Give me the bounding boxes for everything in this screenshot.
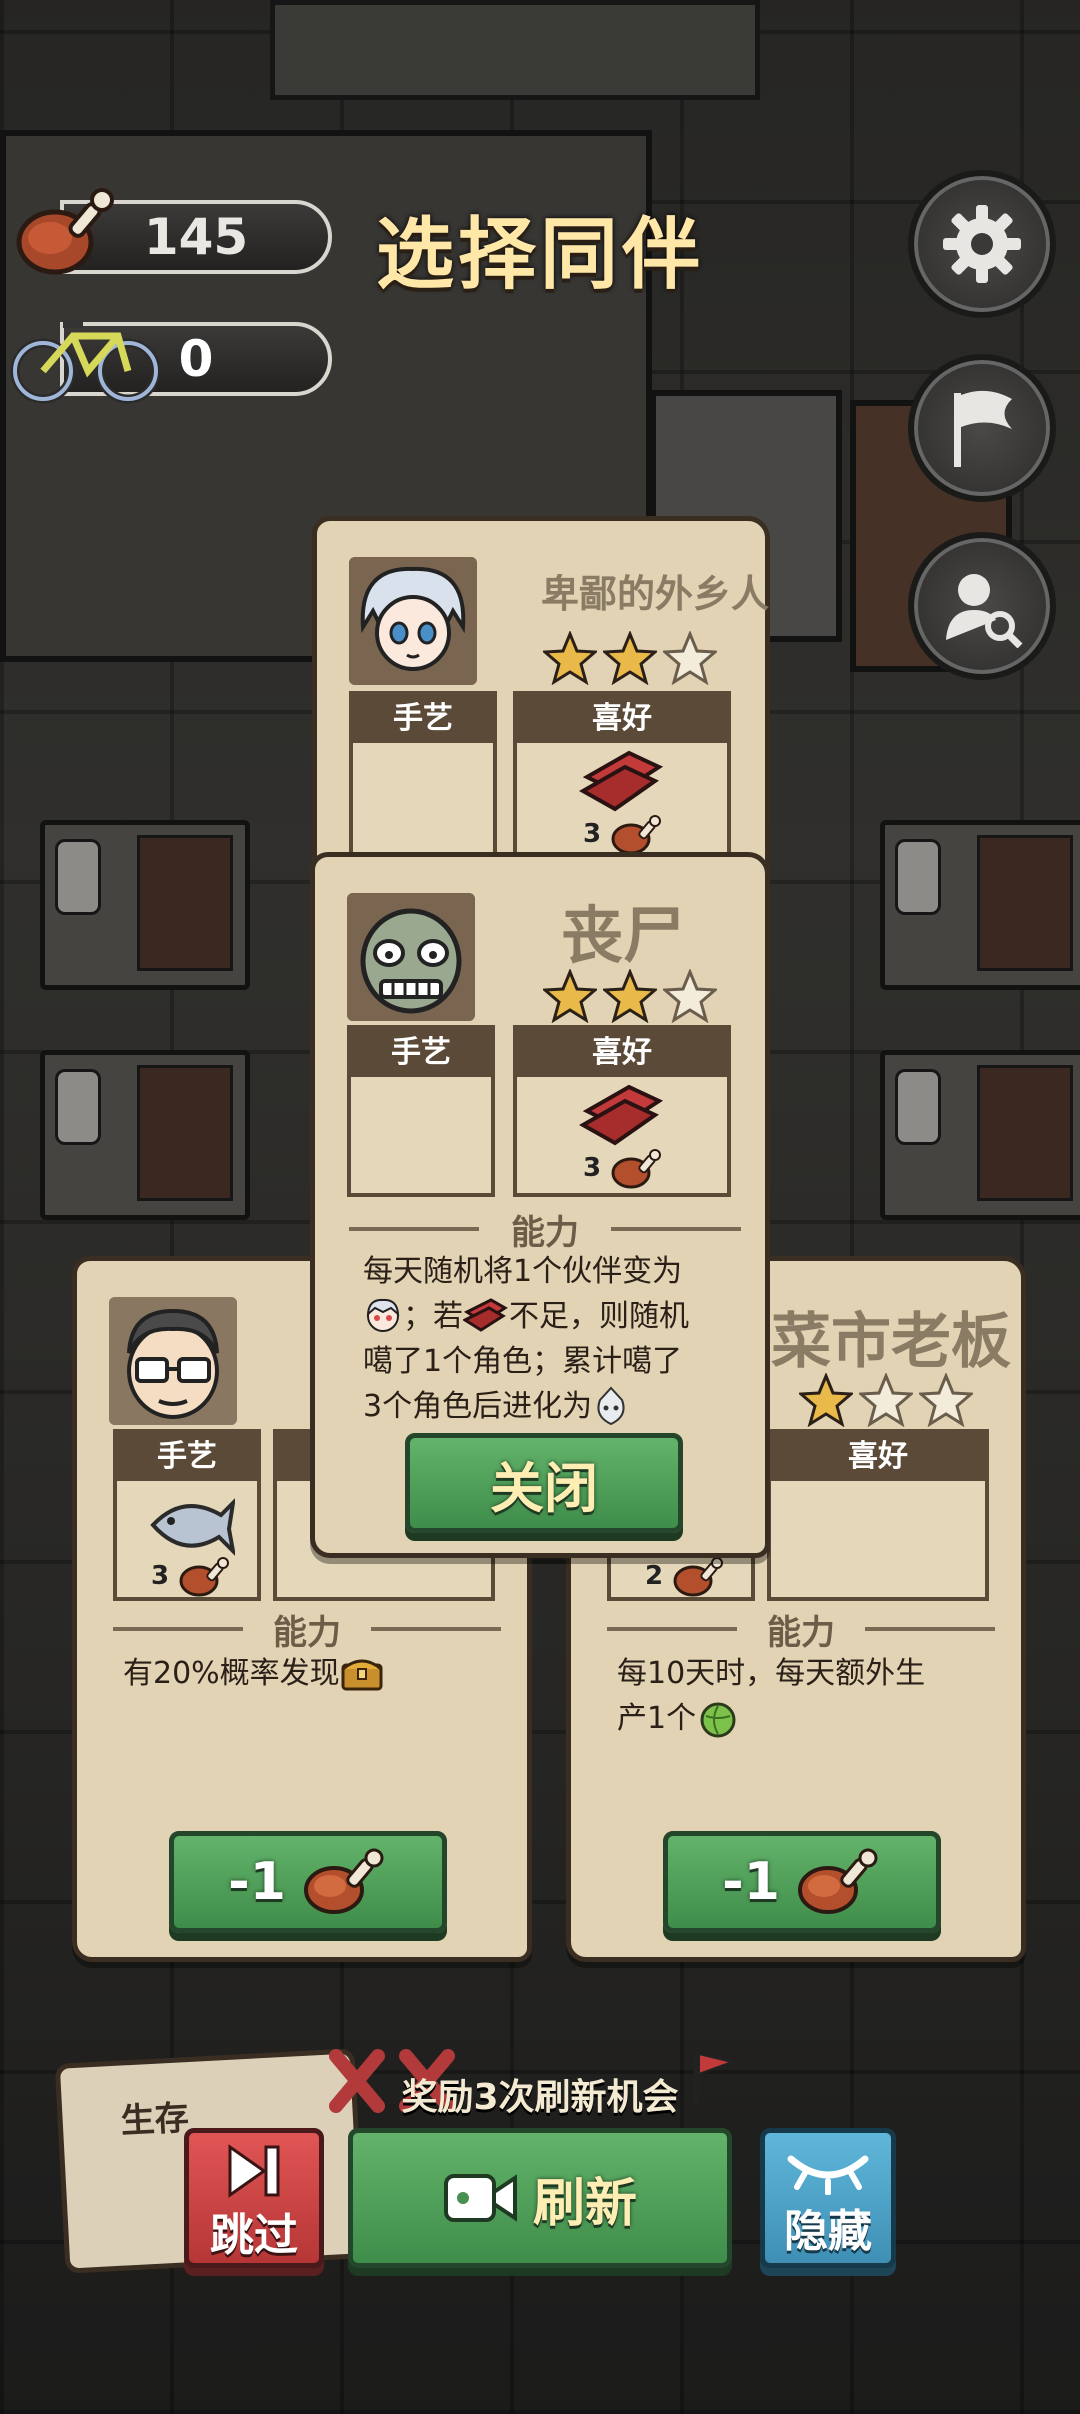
closed-eye-icon [787,2155,869,2195]
price-label: -1 [722,1852,780,1912]
star-rating [543,969,717,1023]
hide-label: 隐藏 [784,2206,872,2257]
star-empty-icon [859,1373,913,1427]
ability-line: 每天随机将1个伙伴变为 [363,1254,683,1289]
ability-label: 能力 [273,1613,341,1653]
ability-line: ；若 不足，则随机 [363,1294,753,1339]
meat-icon [303,1848,384,1914]
companion-name: 菜市老板 [771,1307,1011,1377]
star-filled-icon [603,969,657,1023]
hide-button[interactable]: 隐藏 [760,2128,896,2268]
raw-meat-icon [461,1298,508,1332]
profile-search-button[interactable] [908,532,1056,680]
star-empty-icon [663,631,717,685]
companion-portrait-outsider [349,557,477,685]
refresh-label: 刷新 [532,2173,637,2234]
buy-button-left[interactable]: -1 [169,1831,447,1933]
star-filled-icon [543,631,597,685]
meat-icon [797,1848,878,1914]
like-label: 喜好 [517,1029,727,1077]
like-slot: 喜好 [767,1429,989,1601]
gear-icon [943,205,1021,283]
star-filled-icon [799,1373,853,1427]
skill-slot: 手艺 [347,1025,495,1197]
meat-icon [611,815,661,855]
zombie-portrait [347,893,475,1021]
user-search-icon [946,574,1023,648]
close-label: 关闭 [490,1456,598,1520]
like-slot: 喜好 3 [513,691,731,863]
skill-label: 手艺 [117,1433,257,1481]
skill-cost: 2 [645,1561,664,1591]
ability-text: 每10天时，每天额外生 产1个 [617,1651,997,1741]
price-label: -1 [228,1852,286,1912]
settings-button[interactable] [908,170,1056,318]
flag-icon [954,390,1012,467]
ability-text: 有20%概率发现 [123,1651,503,1696]
skip-button[interactable]: 跳过 [184,2128,324,2268]
skip-label: 跳过 [210,2210,298,2261]
like-label: 喜好 [771,1433,985,1481]
star-filled-icon [603,631,657,685]
companion-name: 卑鄙的外乡人 [540,572,769,616]
star-empty-icon [919,1373,973,1427]
reward-text: 奖励3次刷新机会 [401,2077,679,2118]
star-rating [799,1373,973,1427]
cabbage-icon [700,1702,736,1738]
ability-line: 产1个 [617,1696,997,1741]
raw-meat-icon [579,1084,663,1146]
skill-label: 手艺 [351,1029,491,1077]
meat-icon [611,1149,661,1189]
meat-icon [673,1557,723,1597]
close-button[interactable]: 关闭 [405,1433,683,1533]
companion-face-icon [366,1298,400,1332]
like-cost: 3 [583,1153,602,1183]
bike-count: 0 [178,330,214,388]
ability-label: 能力 [767,1613,835,1653]
skill-slot: 手艺 3 [113,1429,261,1601]
treasure-chest-icon [341,1659,383,1691]
star-filled-icon [543,969,597,1023]
ability-label: 能力 [511,1213,579,1253]
ability-line: 3个角色后进化为 [363,1384,753,1429]
flag-button[interactable] [908,354,1056,502]
buy-button-right[interactable]: -1 [663,1831,941,1933]
meat-icon [16,188,114,275]
ability-text: 每天随机将1个伙伴变为 ；若 不足，则随机 噶了1个角色；累计噶了 3个角色后进化… [363,1249,753,1429]
raw-meat-icon [579,750,663,812]
companion-detail-popup: 丧尸 手艺 喜好 3 能力 每天随机将1个伙伴变为 ；若 不足，则随机 噶了1个角… [310,852,770,1558]
skill-slot: 手艺 [349,691,497,863]
ability-line: 每10天时，每天额外生 [617,1656,926,1691]
companion-name: 丧尸 [560,899,685,972]
ability-description: 有20%概率发现 [123,1656,340,1691]
refresh-button[interactable]: 刷新 [348,2128,732,2268]
skip-icon [228,2144,280,2198]
like-label: 喜好 [517,695,727,743]
meat-count: 145 [143,208,249,266]
fish-icon [150,1498,235,1556]
ability-line: 噶了1个角色；累计噶了 [363,1344,683,1379]
star-rating [543,631,717,685]
star-empty-icon [663,969,717,1023]
skill-cost: 3 [151,1561,170,1591]
bicycle-icon [10,320,161,404]
companion-portrait-glasses [109,1297,237,1425]
video-camera-icon [443,2174,517,2222]
evolved-zombie-icon [597,1386,625,1426]
like-cost: 3 [583,819,602,849]
skill-label: 手艺 [353,695,493,743]
like-slot: 喜好 3 [513,1025,731,1197]
meat-icon [179,1557,229,1597]
